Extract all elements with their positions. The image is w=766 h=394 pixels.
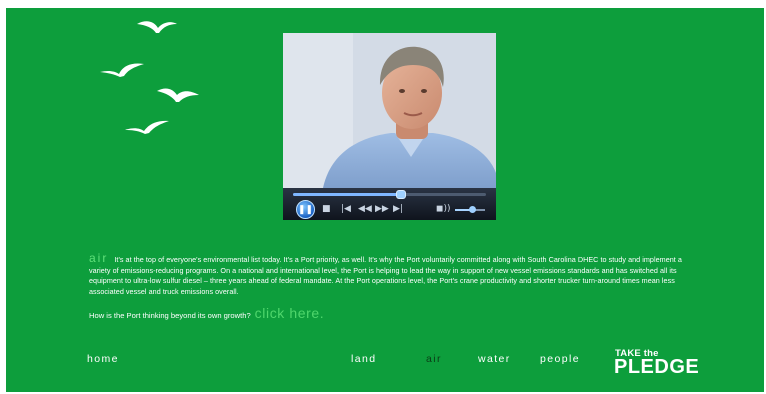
air-description: air It's at the top of everyone's environ… bbox=[89, 251, 701, 297]
seek-bar[interactable] bbox=[293, 190, 486, 199]
question-text: How is the Port thinking beyond its own … bbox=[89, 311, 251, 320]
speaker-icon[interactable]: ◼)) bbox=[436, 204, 451, 214]
player-controls: ❚❚ ■ |◀ ◀◀ ▶▶ ▶| ◼)) bbox=[283, 188, 496, 220]
previous-icon[interactable]: |◀ bbox=[341, 204, 351, 214]
next-icon[interactable]: ▶| bbox=[393, 204, 403, 214]
volume-handle[interactable] bbox=[468, 206, 476, 213]
seagull-icon bbox=[157, 88, 199, 102]
video-frame-image bbox=[283, 33, 496, 188]
growth-question: How is the Port thinking beyond its own … bbox=[89, 305, 324, 324]
nav-air[interactable]: air bbox=[426, 353, 442, 365]
description-text: It's at the top of everyone's environmen… bbox=[89, 255, 682, 296]
click-here-link[interactable]: click here. bbox=[255, 305, 325, 321]
fast-forward-icon[interactable]: ▶▶ bbox=[375, 204, 389, 214]
pause-icon[interactable]: ❚❚ bbox=[296, 200, 315, 219]
seek-handle[interactable] bbox=[396, 190, 407, 199]
video-screen[interactable] bbox=[283, 33, 496, 188]
seagull-icon bbox=[100, 63, 144, 77]
pledge-line-pledge: PLEDGE bbox=[614, 356, 700, 378]
video-player[interactable]: ❚❚ ■ |◀ ◀◀ ▶▶ ▶| ◼)) bbox=[283, 33, 496, 220]
stop-icon[interactable]: ■ bbox=[322, 204, 331, 214]
seagull-flock bbox=[96, 18, 206, 138]
take-the-pledge-button[interactable]: TAKE the PLEDGE bbox=[614, 348, 704, 378]
seek-bar-fill bbox=[293, 193, 402, 196]
page-stage: ❚❚ ■ |◀ ◀◀ ▶▶ ▶| ◼)) air It's at the top … bbox=[6, 8, 764, 392]
nav-water[interactable]: water bbox=[478, 353, 511, 365]
nav-people[interactable]: people bbox=[540, 353, 580, 365]
rewind-icon[interactable]: ◀◀ bbox=[358, 204, 372, 214]
seagull-icon bbox=[137, 21, 177, 33]
nav-home[interactable]: home bbox=[87, 353, 119, 365]
volume-slider[interactable] bbox=[455, 206, 485, 213]
seagull-icon bbox=[125, 120, 169, 134]
nav-land[interactable]: land bbox=[351, 353, 376, 365]
section-label: air bbox=[89, 251, 109, 265]
